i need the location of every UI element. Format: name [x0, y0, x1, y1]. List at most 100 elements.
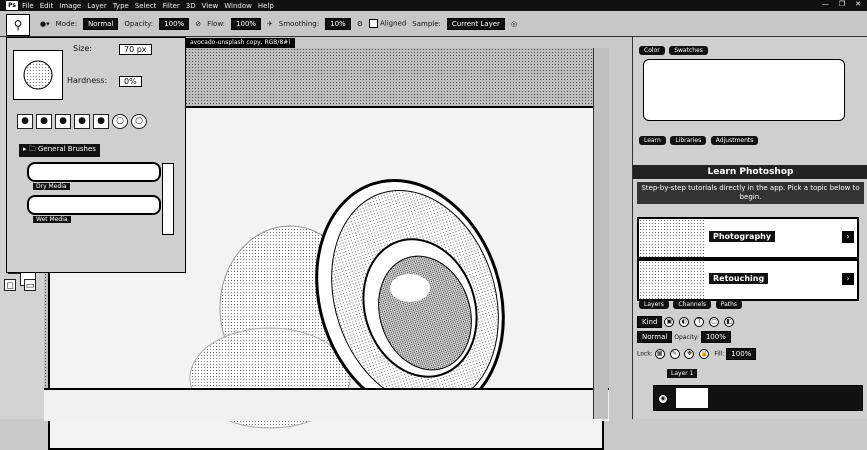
lock-transparent-icon[interactable]: ▦ [654, 349, 665, 359]
smoothing-settings-gear-icon[interactable]: ⚙ [357, 20, 363, 28]
brush-stroke-preview-1[interactable] [27, 162, 161, 182]
clone-stamp-tool-icon[interactable]: ⚲ [6, 14, 30, 36]
recent-brush-4[interactable]: ● [74, 114, 90, 129]
mode-select[interactable]: Normal [83, 17, 119, 30]
options-bar: ⚲ ●▾ Mode: Normal Opacity: 100% ⊘ Flow: … [0, 11, 867, 37]
lock-image-icon[interactable]: ✎ [669, 349, 680, 359]
pressure-opacity-icon[interactable]: ⊘ [195, 20, 201, 28]
maximize-icon[interactable]: ❐ [839, 0, 845, 8]
brush-tip-icon [23, 60, 53, 90]
layer-fill-field[interactable]: 100% [726, 347, 757, 360]
recent-brush-7[interactable]: ○ [131, 114, 147, 129]
photoshop-logo: Ps [6, 1, 18, 10]
brush-preset-picker[interactable]: ●▾ [40, 20, 50, 28]
chevron-right-icon: › [842, 231, 854, 243]
tab-libraries[interactable]: Libraries [670, 136, 707, 145]
tutorial-photography-label: Photography [709, 231, 776, 242]
learn-description: Step-by-step tutorials directly in the a… [637, 182, 864, 204]
quick-mask-icon[interactable]: ◻ [4, 279, 16, 291]
tab-layers[interactable]: Layers [639, 300, 669, 309]
brush-panel-scrollbar[interactable] [162, 163, 174, 235]
size-field[interactable]: 70 px [119, 44, 152, 55]
menu-image[interactable]: Image [59, 2, 87, 10]
color-picker-field[interactable] [643, 59, 845, 121]
tab-paths[interactable]: Paths [715, 300, 743, 309]
minimize-icon[interactable]: — [822, 0, 829, 8]
smoothing-field[interactable]: 10% [325, 17, 351, 30]
tab-channels[interactable]: Channels [673, 300, 712, 309]
folder-wet-media[interactable]: Wet Media [33, 216, 71, 223]
folder-dry-media[interactable]: Dry Media [33, 183, 70, 190]
visibility-eye-icon[interactable]: ◉ [658, 394, 668, 404]
menu-file[interactable]: File [22, 2, 40, 10]
pixel-filter-icon[interactable]: ▣ [664, 317, 675, 327]
ignore-adjustment-layers-icon[interactable]: ◎ [511, 20, 517, 28]
brush-preset-panel: Size: 70 px Hardness: 0% ● ● ● ● ● ○ ○ ▸… [6, 37, 186, 273]
color-swatches-tabs: Color Swatches [639, 45, 710, 55]
layers-panel-tabs: Layers Channels Paths [639, 299, 744, 309]
learn-title: Learn Photoshop [633, 165, 867, 179]
adjustment-filter-icon[interactable]: ◐ [679, 317, 690, 327]
recent-brush-1[interactable]: ● [17, 114, 33, 129]
menu-layer[interactable]: Layer [87, 2, 113, 10]
tab-color[interactable]: Color [639, 46, 665, 55]
flow-label: Flow: [207, 19, 226, 28]
hardness-label: Hardness: [67, 76, 108, 85]
close-icon[interactable]: ✕ [855, 0, 861, 8]
document-tab[interactable]: avocado-unsplash copy, RGB/8#) [186, 38, 295, 48]
menu-bar: Ps File Edit Image Layer Type Select Fil… [0, 0, 867, 11]
screen-mode-icon[interactable]: ▭ [24, 279, 36, 291]
tutorial-photography[interactable]: Photography › [637, 217, 859, 259]
opacity-label: Opacity: [674, 334, 699, 341]
layer-lock-row: Lock: ▦ ✎ ✥ 🔒 Fill: 100% [637, 347, 864, 360]
menu-help[interactable]: Help [258, 2, 280, 10]
menu-3d[interactable]: 3D [186, 2, 202, 10]
brush-angle-preview[interactable] [13, 50, 63, 100]
photography-thumbnail [639, 219, 705, 257]
layer-kind-select[interactable]: Kind [637, 315, 663, 328]
menu-select[interactable]: Select [135, 2, 163, 10]
tutorial-retouching-label: Retouching [709, 273, 769, 284]
tab-adjustments[interactable]: Adjustments [710, 136, 759, 145]
lock-position-icon[interactable]: ✥ [684, 349, 695, 359]
chevron-right-icon: › [842, 273, 854, 285]
type-filter-icon[interactable]: T [694, 317, 705, 327]
sample-select[interactable]: Current Layer [446, 17, 505, 30]
folder-general-brushes[interactable]: ▸ 🗀 General Brushes [19, 144, 100, 157]
tutorial-retouching[interactable]: Retouching › [637, 259, 859, 301]
lock-all-icon[interactable]: 🔒 [699, 349, 710, 359]
smoothing-label: Smoothing: [278, 19, 320, 28]
menu-type[interactable]: Type [113, 2, 135, 10]
aligned-checkbox[interactable]: Aligned [368, 19, 406, 28]
shape-filter-icon[interactable]: ▢ [709, 317, 720, 327]
recent-brush-3[interactable]: ● [55, 114, 71, 129]
folder-icon: ▸ 🗀 [23, 145, 36, 153]
layer-row-selected[interactable]: ◉ [653, 385, 863, 411]
layer-opacity-field[interactable]: 100% [700, 331, 731, 343]
recent-brush-5[interactable]: ● [93, 114, 109, 129]
smart-object-filter-icon[interactable]: ◧ [724, 317, 735, 327]
right-panels: Color Swatches Learn Libraries Adjustmen… [632, 37, 867, 419]
opacity-field[interactable]: 100% [159, 17, 190, 30]
hardness-field[interactable]: 0% [119, 76, 142, 87]
recent-brush-2[interactable]: ● [36, 114, 52, 129]
layer-filter-row: Kind ▣ ◐ T ▢ ◧ [637, 315, 864, 328]
airbrush-icon[interactable]: ✈ [267, 20, 273, 28]
recent-brush-6[interactable]: ○ [112, 114, 128, 129]
tab-swatches[interactable]: Swatches [669, 46, 708, 55]
layer-thumbnail [676, 388, 708, 408]
flow-field[interactable]: 100% [231, 17, 262, 30]
menu-filter[interactable]: Filter [162, 2, 185, 10]
tab-learn[interactable]: Learn [639, 136, 666, 145]
menu-window[interactable]: Window [224, 2, 258, 10]
learn-panel-tabs: Learn Libraries Adjustments [639, 135, 760, 145]
canvas-vertical-scrollbar[interactable] [593, 48, 608, 419]
fill-label: Fill: [714, 350, 725, 358]
menu-view[interactable]: View [202, 2, 225, 10]
menu-edit[interactable]: Edit [40, 2, 60, 10]
blend-mode-select[interactable]: Normal [637, 331, 673, 343]
layer-name-label[interactable]: Layer 1 [667, 369, 698, 378]
brush-stroke-preview-2[interactable] [27, 195, 161, 215]
retouching-thumbnail [639, 261, 705, 299]
opacity-label: Opacity: [124, 19, 154, 28]
